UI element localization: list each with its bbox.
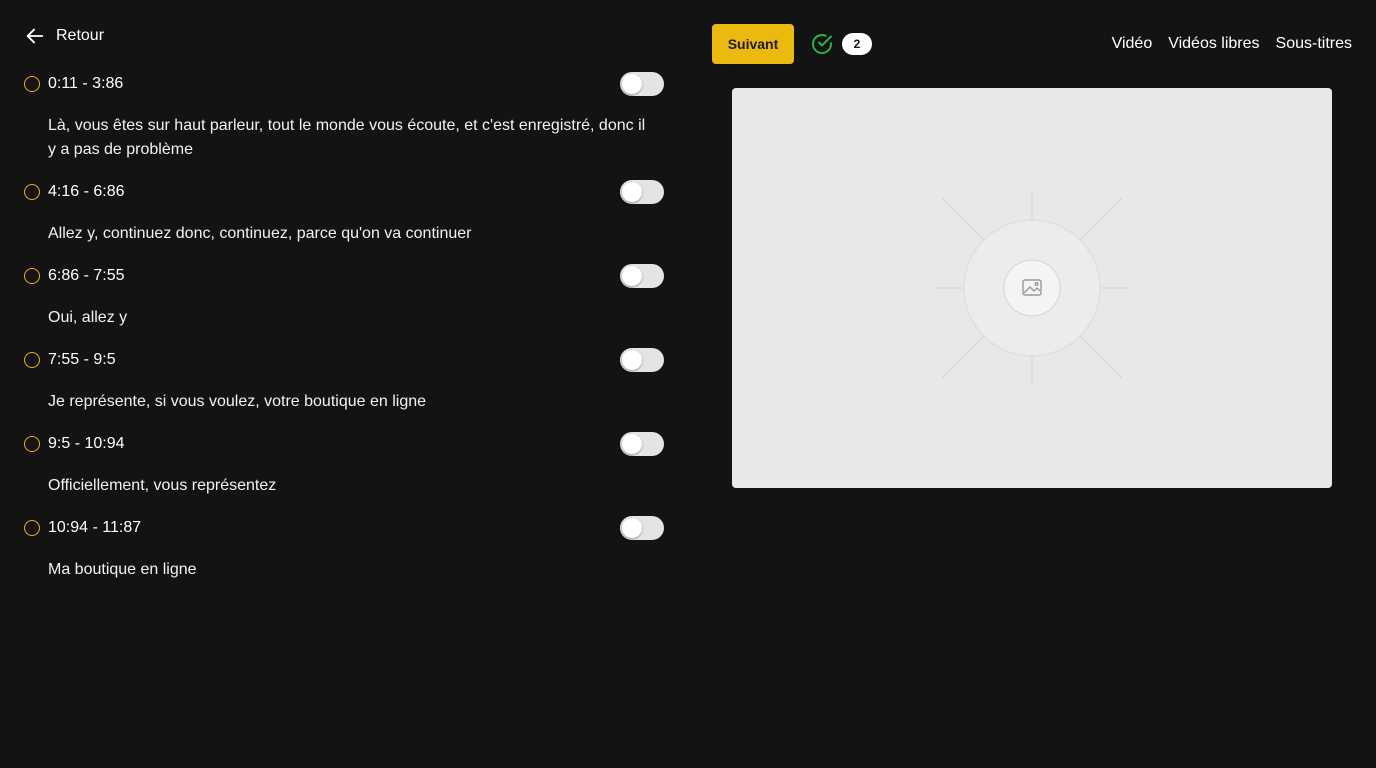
- segment-header: 6:86 - 7:55: [24, 260, 664, 292]
- segment-item: 7:55 - 9:5 Je représente, si vous voulez,…: [24, 344, 664, 428]
- segment-text: Ma boutique en ligne: [48, 561, 197, 578]
- toggle-knob: [622, 266, 642, 286]
- segment-header: 4:16 - 6:86: [24, 176, 664, 208]
- segment-time: 4:16 - 6:86: [48, 183, 125, 200]
- status-circle-icon: [24, 76, 40, 92]
- subtitle-editor-page: Retour 0:11 - 3:86 Là, vous êtes sur haut…: [0, 0, 1376, 768]
- toggle-knob: [622, 74, 642, 94]
- segment-text: Là, vous êtes sur haut parleur, tout le …: [48, 117, 646, 158]
- toggle-knob: [622, 182, 642, 202]
- toggle-knob: [622, 434, 642, 454]
- segment-toggle[interactable]: [620, 72, 664, 96]
- segment-time: 9:5 - 10:94: [48, 435, 125, 452]
- segment-toggle[interactable]: [620, 264, 664, 288]
- preview-placeholder-graphic: [937, 193, 1127, 383]
- segment-text: Officiellement, vous représentez: [48, 477, 277, 494]
- segment-text: Oui, allez y: [48, 309, 128, 326]
- segment-header: 0:11 - 3:86: [24, 68, 664, 100]
- status-circle-icon: [24, 352, 40, 368]
- back-link[interactable]: Retour: [24, 24, 104, 48]
- segment-item: 6:86 - 7:55 Oui, allez y: [24, 260, 664, 344]
- status-circle-icon: [24, 436, 40, 452]
- segment-text: Allez y, continuez donc, continuez, parc…: [48, 225, 472, 242]
- segment-header: 10:94 - 11:87: [24, 512, 664, 544]
- nav-link-video[interactable]: Vidéo: [1112, 32, 1153, 56]
- segment-header: 9:5 - 10:94: [24, 428, 664, 460]
- segment-toggle[interactable]: [620, 516, 664, 540]
- toggle-knob: [622, 518, 642, 538]
- segment-time: 7:55 - 9:5: [48, 351, 116, 368]
- segment-toggle[interactable]: [620, 348, 664, 372]
- arrow-left-icon: [26, 28, 44, 44]
- segment-header: 7:55 - 9:5: [24, 344, 664, 376]
- next-button[interactable]: Suivant: [712, 24, 794, 64]
- status-circle-icon: [24, 268, 40, 284]
- check-circle-icon: [812, 34, 832, 54]
- segment-time: 10:94 - 11:87: [48, 519, 142, 536]
- segment-list: 0:11 - 3:86 Là, vous êtes sur haut parleu…: [24, 68, 664, 596]
- segment-item: 4:16 - 6:86 Allez y, continuez donc, cont…: [24, 176, 664, 260]
- video-preview[interactable]: [732, 88, 1332, 488]
- top-nav: Vidéo Vidéos libres Sous-titres: [1112, 32, 1352, 56]
- segment-toggle[interactable]: [620, 432, 664, 456]
- status-circle-icon: [24, 520, 40, 536]
- nav-link-subtitles[interactable]: Sous-titres: [1276, 32, 1352, 56]
- back-label: Retour: [56, 27, 105, 44]
- segment-item: 0:11 - 3:86 Là, vous êtes sur haut parleu…: [24, 68, 664, 176]
- segment-text: Je représente, si vous voulez, votre bou…: [48, 393, 427, 410]
- segment-item: 9:5 - 10:94 Officiellement, vous représen…: [24, 428, 664, 512]
- toggle-knob: [622, 350, 642, 370]
- nav-link-free-videos[interactable]: Vidéos libres: [1168, 32, 1259, 56]
- segment-time: 6:86 - 7:55: [48, 267, 125, 284]
- segment-item: 10:94 - 11:87 Ma boutique en ligne: [24, 512, 664, 596]
- completed-count-badge: 2: [842, 33, 872, 55]
- segment-time: 0:11 - 3:86: [48, 75, 124, 92]
- segment-toggle[interactable]: [620, 180, 664, 204]
- status-circle-icon: [24, 184, 40, 200]
